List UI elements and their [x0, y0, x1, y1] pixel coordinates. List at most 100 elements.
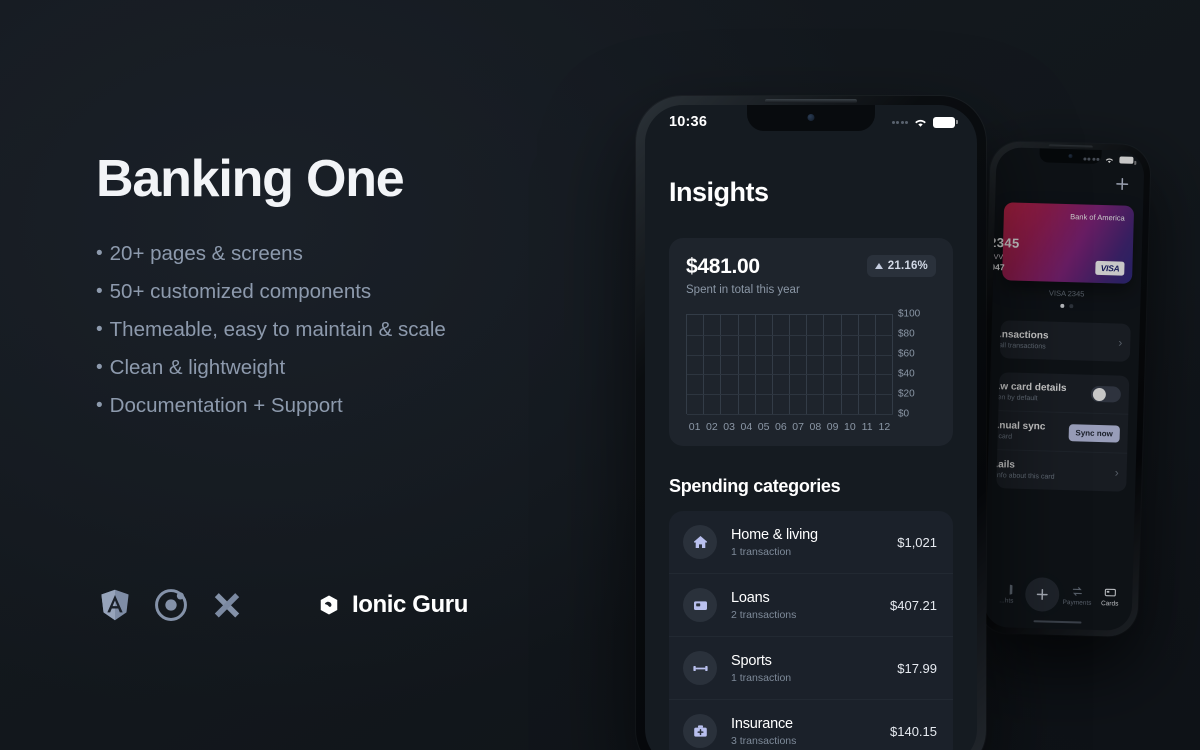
- row-subtitle: ...info about this card: [996, 471, 1055, 481]
- signal-dots-icon: [1082, 157, 1100, 161]
- chart-y-tick-label: $100: [898, 308, 921, 320]
- table-row[interactable]: Insurance 3 transactions $140.15: [669, 700, 953, 750]
- chart-plot-area: [686, 314, 894, 415]
- row-title: ...w card details: [996, 380, 1067, 395]
- card-settings-block: ...w card details ...en by default ...nu…: [996, 372, 1130, 492]
- chart-y-tick-label: $60: [898, 348, 915, 360]
- list-item: • Clean & lightweight: [96, 355, 616, 380]
- add-card-button[interactable]: [1005, 166, 1136, 192]
- carousel-pager[interactable]: [1001, 302, 1131, 310]
- category-subtitle: 1 transaction: [731, 671, 792, 684]
- battery-full-icon: [1119, 156, 1134, 164]
- feature-label: Clean & lightweight: [109, 355, 286, 379]
- home-icon: [693, 535, 707, 548]
- add-button-fab[interactable]: [1024, 576, 1060, 612]
- list-item[interactable]: ...ails ...info about this card ›: [996, 450, 1127, 492]
- chart-x-tick-label: 03: [723, 421, 735, 433]
- chart-y-tick-label: $0: [898, 408, 910, 420]
- list-item[interactable]: ...nsactions ...all transactions ›: [1000, 320, 1131, 362]
- show-card-details-toggle[interactable]: [1090, 385, 1122, 403]
- spend-caption: Spent in total this year: [686, 284, 800, 296]
- feature-label: 50+ customized components: [109, 279, 372, 303]
- chart-x-tick-label: 07: [792, 421, 804, 433]
- brand-name: Ionic Guru: [352, 591, 469, 618]
- spend-amount: $481.00: [686, 255, 760, 278]
- phone-mockup-primary: 10:36 Insights $481.00 Spent in total th…: [636, 96, 986, 750]
- list-item: • Themeable, easy to maintain & scale: [96, 317, 616, 342]
- brand-lockup: Ionic Guru: [318, 591, 468, 619]
- category-amount: $140.15: [890, 723, 937, 739]
- chart-x-tick-label: 02: [706, 421, 718, 433]
- list-item: • Documentation + Support: [96, 393, 616, 418]
- bullet-icon: •: [96, 280, 103, 302]
- tab-bar: ...hts Payments Cards: [984, 573, 1133, 617]
- feature-label: Documentation + Support: [109, 393, 343, 417]
- chart-x-axis: 01 02 03 04 05 06 07 08 09 10 11 12: [686, 421, 936, 433]
- row-subtitle: ...en by default: [996, 393, 1038, 403]
- category-amount: $17.99: [897, 660, 937, 676]
- sync-now-button[interactable]: Sync now: [1068, 423, 1121, 443]
- home-indicator: [1033, 619, 1082, 624]
- row-title: ...nual sync: [996, 419, 1046, 433]
- feature-label: 20+ pages & screens: [109, 241, 303, 265]
- spending-bar-chart: $100 $80 $60 $40 $20 $0: [686, 309, 936, 420]
- table-row[interactable]: Home & living 1 transaction $1,021: [669, 511, 953, 574]
- chart-x-tick-label: 10: [844, 421, 856, 433]
- tab-insights[interactable]: ...hts: [990, 583, 1023, 605]
- card-icon: [1104, 588, 1116, 596]
- tab-payments[interactable]: Payments: [1061, 584, 1094, 606]
- credit-card[interactable]: Bank of America 2345 CVV 047 VISA: [989, 202, 1135, 284]
- page-title: Banking One: [96, 150, 405, 208]
- delta-value: 21.16%: [887, 260, 928, 272]
- signal-dots-icon: [891, 120, 908, 124]
- medkit-icon: [693, 724, 707, 737]
- ionic-logo-icon: [155, 589, 187, 621]
- table-row[interactable]: Sports 1 transaction $17.99: [669, 637, 953, 700]
- bullet-icon: •: [96, 394, 103, 416]
- pager-dot[interactable]: [1068, 304, 1073, 309]
- capacitor-logo-icon: [214, 593, 240, 618]
- pager-dot[interactable]: [1059, 303, 1064, 308]
- tab-cards[interactable]: Cards: [1093, 585, 1126, 607]
- card-bank-name: Bank of America: [1070, 212, 1125, 223]
- chevron-right-icon: ›: [1114, 465, 1119, 480]
- status-time: 10:36: [669, 114, 708, 130]
- feature-label: Themeable, easy to maintain & scale: [109, 317, 446, 341]
- category-amount: $407.21: [890, 597, 937, 613]
- phone-mockup-secondary: – Bank of America 2345 CVV 047: [977, 140, 1151, 638]
- insights-icon: [1009, 584, 1013, 595]
- table-row[interactable]: Loans 2 transactions $407.21: [669, 574, 953, 637]
- battery-full-icon: [933, 116, 958, 128]
- category-name: Insurance: [731, 715, 793, 732]
- chart-x-tick-label: 11: [861, 421, 873, 433]
- chart-y-axis: $100 $80 $60 $40 $20 $0: [898, 309, 936, 420]
- chart-y-tick-label: $80: [898, 328, 915, 340]
- wifi-icon: [915, 119, 926, 127]
- phone-screen: – Bank of America 2345 CVV 047: [983, 147, 1145, 631]
- category-name: Loans: [731, 589, 770, 606]
- row-title: ...nsactions: [999, 329, 1049, 342]
- chevron-right-icon: ›: [1118, 335, 1123, 350]
- tab-label: Payments: [1062, 598, 1092, 607]
- ionic-guru-mark-icon: [320, 595, 338, 615]
- chart-x-tick-label: 12: [878, 421, 891, 433]
- section-title: Spending categories: [669, 476, 841, 496]
- chart-x-tick-label: 01: [688, 421, 701, 433]
- list-item[interactable]: ...nual sync ... card Sync now: [996, 411, 1129, 454]
- row-subtitle: ... card: [996, 433, 1013, 441]
- dumbbell-icon: [692, 665, 708, 671]
- bullet-icon: •: [96, 356, 103, 378]
- wallet-icon: [693, 600, 707, 610]
- category-icon-badge: [683, 651, 717, 685]
- card-caption: VISA 2345: [1048, 288, 1085, 299]
- spending-categories-list: Home & living 1 transaction $1,021 Loans: [669, 511, 953, 750]
- chart-x-tick-label: 09: [826, 421, 839, 433]
- transactions-block: ...nsactions ...all transactions ›: [999, 320, 1131, 362]
- bullet-icon: •: [96, 318, 103, 340]
- list-item[interactable]: ...w card details ...en by default: [996, 372, 1130, 415]
- chart-x-tick-label: 06: [775, 421, 787, 433]
- chart-y-tick-label: $20: [898, 388, 915, 400]
- category-name: Home & living: [731, 526, 818, 543]
- insights-screen: Insights $481.00 Spent in total this yea…: [645, 177, 977, 750]
- phone-screen: 10:36 Insights $481.00 Spent in total th…: [645, 105, 977, 750]
